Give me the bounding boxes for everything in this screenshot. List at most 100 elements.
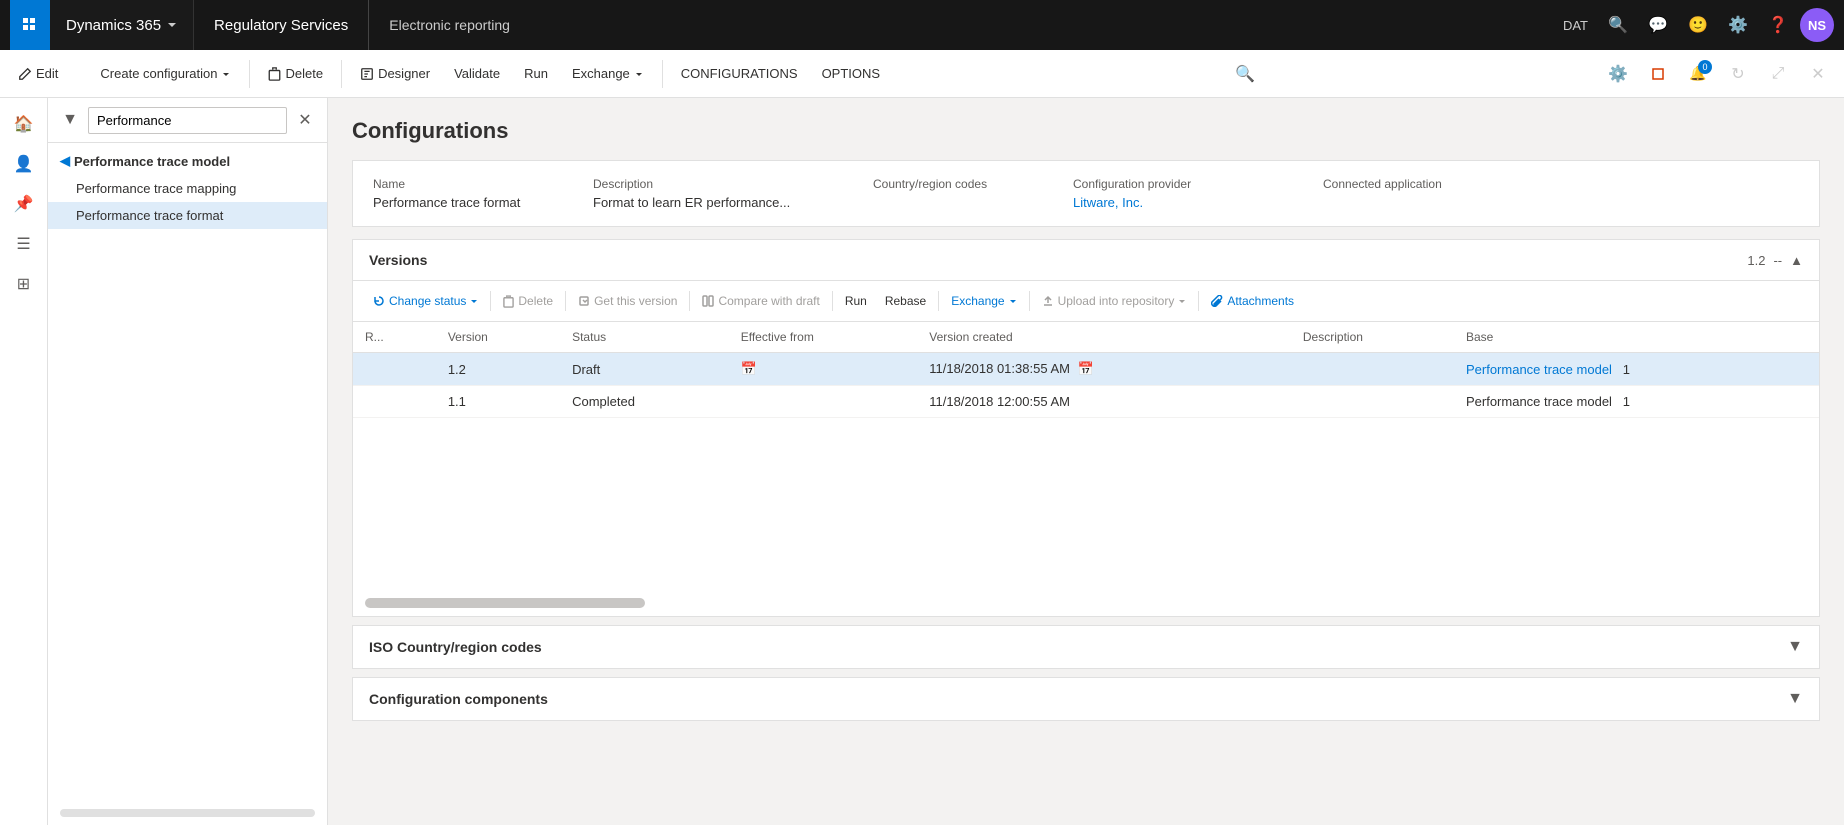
badge-icon[interactable]: 🔔 0 xyxy=(1680,56,1716,92)
grid-menu-icon[interactable] xyxy=(10,0,50,50)
refresh-icon[interactable]: ↻ xyxy=(1720,56,1756,92)
cell-description-1 xyxy=(1291,353,1454,386)
connected-label: Connected application xyxy=(1323,177,1799,191)
people-icon[interactable]: 👤 xyxy=(6,146,42,182)
options-tab[interactable]: OPTIONS xyxy=(812,60,891,87)
chat-icon[interactable]: 💬 xyxy=(1640,7,1676,43)
col-description: Description xyxy=(1291,322,1454,353)
provider-value[interactable]: Litware, Inc. xyxy=(1073,195,1323,210)
grid2-icon[interactable]: ⊞ xyxy=(6,266,42,302)
versions-panel: Versions 1.2 -- ▲ Change status Delete xyxy=(352,239,1820,617)
versions-table: R... Version Status Effective from Versi… xyxy=(353,322,1819,418)
upload-button[interactable]: Upload into repository xyxy=(1034,289,1195,313)
dat-label: DAT xyxy=(1555,18,1596,33)
table-row[interactable]: 1.2 Draft 📅 11/18/2018 01:38:55 AM 📅 xyxy=(353,353,1819,386)
table-header-row: R... Version Status Effective from Versi… xyxy=(353,322,1819,353)
cell-base-1: Performance trace model 1 xyxy=(1454,353,1819,386)
calendar-icon-1[interactable]: 📅 xyxy=(741,361,757,376)
configurations-tab[interactable]: CONFIGURATIONS xyxy=(671,60,808,87)
cell-effective-from-2 xyxy=(729,386,918,418)
tree-items: ◀ Performance trace model Performance tr… xyxy=(48,143,327,801)
iso-title: ISO Country/region codes xyxy=(369,639,542,655)
cell-status-2: Completed xyxy=(560,386,729,418)
sidebar-icons: 🏠 👤 📌 ☰ ⊞ xyxy=(0,98,48,825)
filter-icon[interactable]: ▼ xyxy=(56,106,84,134)
change-status-button[interactable]: Change status xyxy=(365,289,486,313)
main-layout: 🏠 👤 📌 ☰ ⊞ ▼ ✕ ◀ Performance trace model … xyxy=(0,98,1844,825)
home-icon[interactable]: 🏠 xyxy=(6,106,42,142)
country-label: Country/region codes xyxy=(873,177,1073,191)
components-panel: Configuration components ▼ xyxy=(352,677,1820,721)
tree-item-parent[interactable]: ◀ Performance trace model xyxy=(48,147,327,175)
version-number: 1.2 xyxy=(1747,253,1765,268)
run-button[interactable]: Run xyxy=(514,60,558,87)
base-link-1[interactable]: Performance trace model xyxy=(1466,362,1612,377)
avatar[interactable]: NS xyxy=(1800,8,1834,42)
tree-parent-label: Performance trace model xyxy=(74,154,230,169)
col-r: R... xyxy=(353,322,436,353)
search-nav-icon[interactable]: 🔍 xyxy=(1600,7,1636,43)
tree-scrollbar[interactable] xyxy=(60,809,315,817)
dynamics-label: Dynamics 365 xyxy=(66,17,161,34)
config-description-col: Description Format to learn ER performan… xyxy=(593,177,873,210)
table-row[interactable]: 1.1 Completed 11/18/2018 12:00:55 AM Per… xyxy=(353,386,1819,418)
versions-panel-right: 1.2 -- ▲ xyxy=(1747,253,1803,268)
tree-search-bar: ▼ ✕ xyxy=(48,98,327,143)
nav-right-group: DAT 🔍 💬 🙂 ⚙️ ❓ NS xyxy=(1555,7,1834,43)
exchange-button[interactable]: Exchange xyxy=(562,60,654,87)
calendar-icon-2[interactable]: 📅 xyxy=(1078,361,1094,376)
tree-child1-label: Performance trace mapping xyxy=(76,181,236,196)
commandbar-search-icon[interactable]: 🔍 xyxy=(1231,60,1259,88)
smiley-icon[interactable]: 🙂 xyxy=(1680,7,1716,43)
cell-version-created-2: 11/18/2018 12:00:55 AM xyxy=(917,386,1291,418)
name-label: Name xyxy=(373,177,593,191)
expand-icon[interactable]: ⤢ xyxy=(1760,56,1796,92)
col-base: Base xyxy=(1454,322,1819,353)
rebase-button[interactable]: Rebase xyxy=(877,289,934,313)
cell-effective-from-1: 📅 xyxy=(729,353,918,386)
tree-panel: ▼ ✕ ◀ Performance trace model Performanc… xyxy=(48,98,328,825)
horizontal-scrollbar[interactable] xyxy=(365,598,645,608)
delete-button[interactable]: Delete xyxy=(258,60,333,87)
tree-item-mapping[interactable]: Performance trace mapping xyxy=(48,175,327,202)
col-version-created: Version created xyxy=(917,322,1291,353)
tree-item-format[interactable]: Performance trace format xyxy=(48,202,327,229)
edit-button[interactable]: Edit xyxy=(8,60,68,87)
reg-services-nav[interactable]: Regulatory Services xyxy=(194,0,369,50)
name-value: Performance trace format xyxy=(373,195,593,210)
close-icon[interactable]: ✕ xyxy=(1800,56,1836,92)
versions-run-button[interactable]: Run xyxy=(837,289,875,313)
menu-icon[interactable]: ☰ xyxy=(6,226,42,262)
components-collapse-icon[interactable]: ▼ xyxy=(1787,690,1803,708)
components-panel-header: Configuration components ▼ xyxy=(353,678,1819,720)
versions-toolbar: Change status Delete Get this version Co… xyxy=(353,281,1819,322)
get-version-button[interactable]: Get this version xyxy=(570,289,685,313)
versions-delete-button[interactable]: Delete xyxy=(495,289,561,313)
tree-child2-label: Performance trace format xyxy=(76,208,223,223)
clear-search-icon[interactable]: ✕ xyxy=(291,106,319,134)
create-config-button[interactable]: Create configuration xyxy=(72,60,241,87)
page-title: Configurations xyxy=(352,118,1820,144)
cell-status-1: Draft xyxy=(560,353,729,386)
search-input[interactable] xyxy=(88,107,287,134)
config-connected-col: Connected application xyxy=(1323,177,1799,210)
iso-collapse-icon[interactable]: ▼ xyxy=(1787,638,1803,656)
versions-exchange-button[interactable]: Exchange xyxy=(943,289,1024,313)
dynamics-nav[interactable]: Dynamics 365 xyxy=(50,0,194,50)
cell-r-1 xyxy=(353,353,436,386)
col-status: Status xyxy=(560,322,729,353)
help-icon[interactable]: ❓ xyxy=(1760,7,1796,43)
validate-button[interactable]: Validate xyxy=(444,60,510,87)
settings2-icon[interactable]: ⚙️ xyxy=(1600,56,1636,92)
versions-panel-header: Versions 1.2 -- ▲ xyxy=(353,240,1819,281)
attachments-button[interactable]: Attachments xyxy=(1203,289,1302,313)
settings-icon[interactable]: ⚙️ xyxy=(1720,7,1756,43)
version-sep: -- xyxy=(1773,253,1782,268)
designer-button[interactable]: Designer xyxy=(350,60,440,87)
expand-arrow-icon: ◀ xyxy=(60,153,70,169)
versions-collapse-icon[interactable]: ▲ xyxy=(1790,253,1803,268)
compare-draft-button[interactable]: Compare with draft xyxy=(694,289,827,313)
office-icon[interactable] xyxy=(1640,56,1676,92)
pin-icon[interactable]: 📌 xyxy=(6,186,42,222)
top-nav: Dynamics 365 Regulatory Services Electro… xyxy=(0,0,1844,50)
